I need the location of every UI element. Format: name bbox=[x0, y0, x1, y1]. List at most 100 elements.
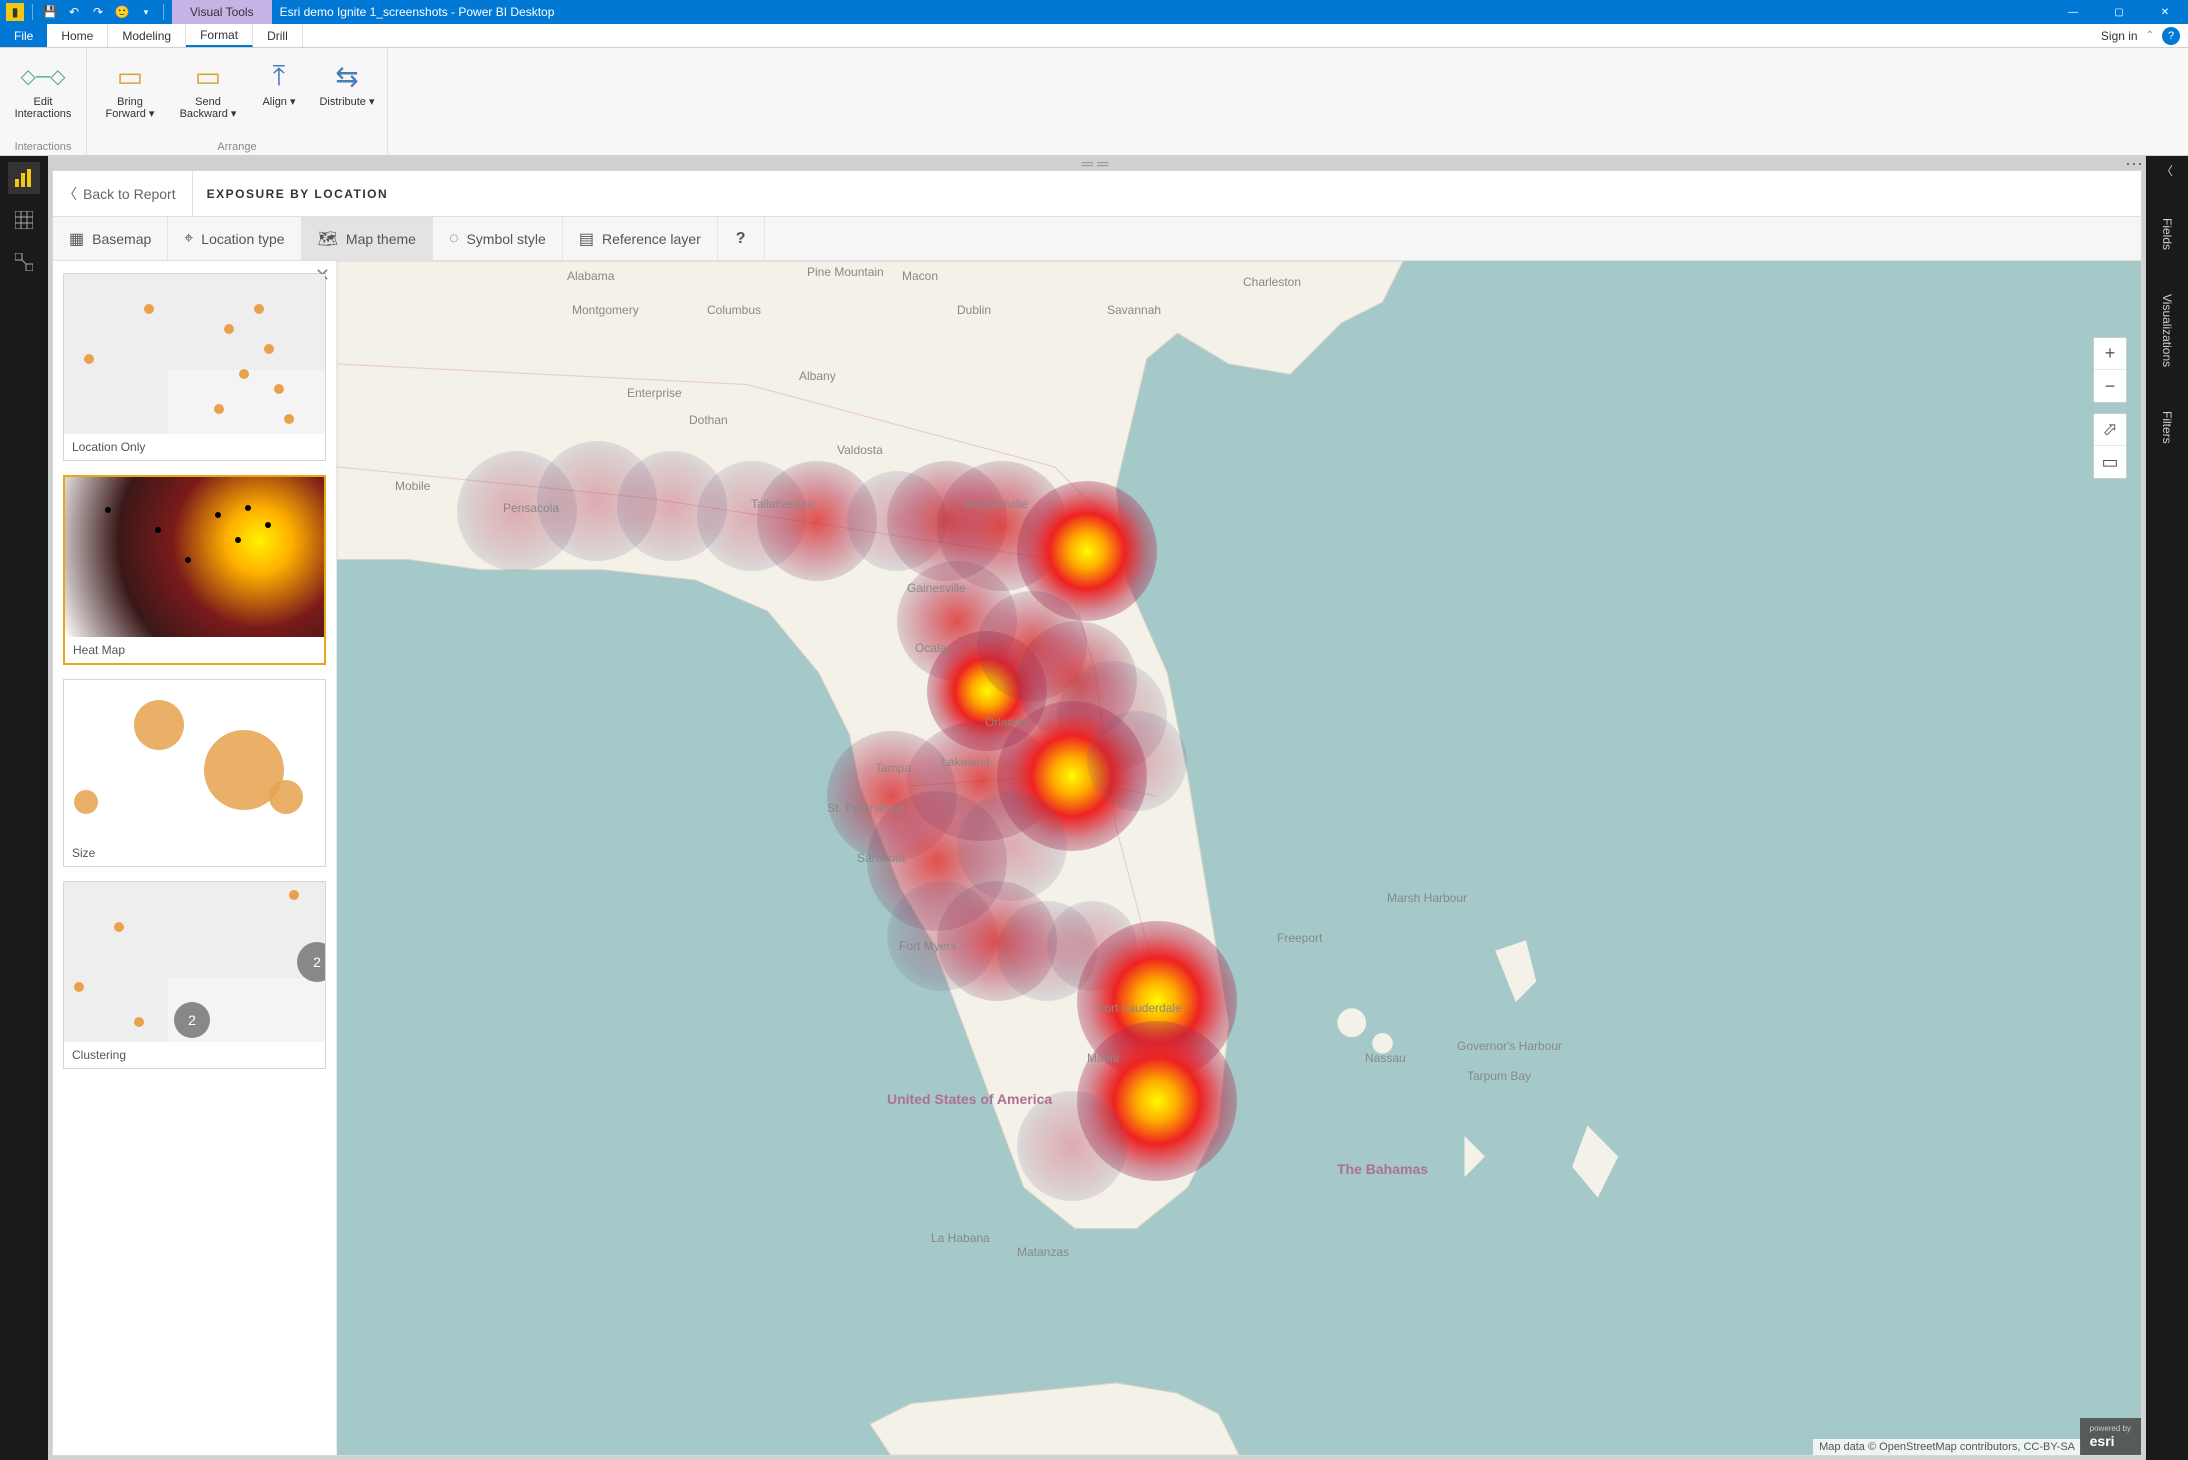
city-label: Matanzas bbox=[1017, 1245, 1069, 1259]
tab-home[interactable]: Home bbox=[47, 24, 108, 47]
map-theme-tool[interactable]: 🗺 Map theme bbox=[302, 217, 433, 260]
city-label: Ocala bbox=[915, 641, 946, 655]
qat-dropdown-icon[interactable]: ▾ bbox=[137, 3, 155, 21]
city-label: Freeport bbox=[1277, 931, 1322, 945]
city-label: Albany bbox=[799, 369, 836, 383]
zoom-out-button[interactable]: − bbox=[2094, 370, 2126, 402]
chevron-left-icon: 〈 bbox=[63, 184, 77, 204]
reference-layer-icon: ▤ bbox=[579, 229, 594, 249]
window-buttons: — ▢ ✕ bbox=[2050, 0, 2188, 24]
city-label: Columbus bbox=[707, 303, 761, 317]
data-view-icon[interactable] bbox=[8, 204, 40, 236]
bahamas-label: The Bahamas bbox=[1337, 1161, 1428, 1178]
edit-interactions-button[interactable]: ◇─◇ Edit Interactions bbox=[8, 52, 78, 137]
esri-toolbar: ▦ Basemap ⌖ Location type 🗺 Map theme ◌ … bbox=[53, 217, 2141, 261]
theme-thumb-size bbox=[64, 680, 325, 840]
report-view-icon[interactable] bbox=[8, 162, 40, 194]
visual-title: EXPOSURE BY LOCATION bbox=[207, 187, 389, 201]
symbol-style-icon: ◌ bbox=[449, 230, 459, 248]
smiley-icon[interactable]: 🙂 bbox=[113, 3, 131, 21]
help-icon: ? bbox=[736, 230, 746, 248]
city-label: Enterprise bbox=[627, 386, 682, 400]
align-button[interactable]: ⤒ Align ▾ bbox=[251, 52, 307, 137]
map-controls: + − ⬀ ▭ bbox=[2093, 337, 2127, 479]
city-label: Nassau bbox=[1365, 1051, 1406, 1065]
help-tool[interactable]: ? bbox=[718, 217, 765, 260]
quick-access-toolbar: ▮ 💾 ↶ ↷ 🙂 ▾ bbox=[0, 3, 172, 21]
city-label: Lakeland bbox=[941, 755, 990, 769]
signin-link[interactable]: Sign in bbox=[2101, 29, 2138, 43]
tab-format[interactable]: Format bbox=[186, 24, 253, 47]
theme-location-only[interactable]: Location Only bbox=[63, 273, 326, 461]
maximize-button[interactable]: ▢ bbox=[2096, 0, 2142, 24]
interactions-icon: ◇─◇ bbox=[21, 56, 66, 96]
city-label: Sarasota bbox=[857, 851, 905, 865]
close-button[interactable]: ✕ bbox=[2142, 0, 2188, 24]
symbol-style-tool[interactable]: ◌ Symbol style bbox=[433, 217, 563, 260]
ribbon-group-label: Arrange bbox=[217, 137, 256, 155]
basemap-tool[interactable]: ▦ Basemap bbox=[53, 217, 168, 260]
select-control: ⬀ ▭ bbox=[2093, 413, 2127, 479]
help-icon[interactable]: ? bbox=[2162, 27, 2180, 45]
city-label: Charleston bbox=[1243, 275, 1301, 289]
city-label: Savannah bbox=[1107, 303, 1161, 317]
visual-body: ✕ bbox=[53, 261, 2141, 1455]
city-label: La Habana bbox=[931, 1231, 990, 1245]
tab-drill[interactable]: Drill bbox=[253, 24, 303, 47]
city-label: Tarpum Bay bbox=[1467, 1069, 1531, 1083]
esri-logo: powered by esri bbox=[2080, 1418, 2141, 1455]
drag-handle[interactable]: ══ bbox=[52, 160, 2142, 170]
map-canvas[interactable]: Pine MountainAlabamaMaconMontgomeryColum… bbox=[337, 261, 2141, 1455]
reference-layer-tool[interactable]: ▤ Reference layer bbox=[563, 217, 718, 260]
align-icon: ⤒ bbox=[273, 56, 285, 96]
theme-label: Location Only bbox=[64, 434, 325, 460]
location-type-icon: ⌖ bbox=[184, 230, 193, 248]
visualizations-pane-tab[interactable]: Visualizations bbox=[2160, 286, 2174, 375]
signin-area: Sign in ⌃ ? bbox=[2101, 24, 2188, 47]
chevron-down-icon[interactable]: ⌃ bbox=[2146, 30, 2154, 41]
distribute-button[interactable]: ⇆ Distribute ▾ bbox=[315, 52, 379, 137]
theme-size[interactable]: Size bbox=[63, 679, 326, 867]
usa-label: United States of America bbox=[887, 1091, 1052, 1108]
city-label: Governor's Harbour bbox=[1457, 1039, 1562, 1053]
collapse-right-icon[interactable]: 〈 bbox=[2161, 162, 2173, 182]
city-label: Pensacola bbox=[503, 501, 559, 515]
bring-forward-button[interactable]: ▭ Bring Forward ▾ bbox=[95, 52, 165, 137]
report-canvas: ══ ⋯ 〈 Back to Report EXPOSURE BY LOCATI… bbox=[48, 156, 2146, 1460]
map-theme-icon: 🗺 bbox=[318, 229, 338, 249]
zoom-in-button[interactable]: + bbox=[2094, 338, 2126, 370]
city-label: Montgomery bbox=[572, 303, 639, 317]
city-label: Gainesville bbox=[907, 581, 966, 595]
tab-modeling[interactable]: Modeling bbox=[108, 24, 186, 47]
city-label: Alabama bbox=[567, 269, 614, 283]
bring-forward-icon: ▭ bbox=[117, 56, 143, 96]
esri-visual: 〈 Back to Report EXPOSURE BY LOCATION ▦ … bbox=[52, 170, 2142, 1456]
theme-clustering[interactable]: 2 2 Clustering bbox=[63, 881, 326, 1069]
ribbon-group-label: Interactions bbox=[15, 137, 72, 155]
theme-label: Heat Map bbox=[65, 637, 324, 663]
select-rect-button[interactable]: ▭ bbox=[2094, 446, 2126, 478]
basemap-icon: ▦ bbox=[69, 229, 84, 249]
send-backward-button[interactable]: ▭ Send Backward ▾ bbox=[173, 52, 243, 137]
model-view-icon[interactable] bbox=[8, 246, 40, 278]
back-to-report-button[interactable]: 〈 Back to Report bbox=[63, 171, 193, 216]
fields-pane-tab[interactable]: Fields bbox=[2160, 210, 2174, 258]
undo-icon[interactable]: ↶ bbox=[65, 3, 83, 21]
theme-thumb-clustering: 2 2 bbox=[64, 882, 325, 1042]
file-tab[interactable]: File bbox=[0, 24, 47, 47]
location-type-tool[interactable]: ⌖ Location type bbox=[168, 217, 301, 260]
filters-pane-tab[interactable]: Filters bbox=[2160, 403, 2174, 452]
ribbon: ◇─◇ Edit Interactions Interactions ▭ Bri… bbox=[0, 48, 2188, 156]
save-icon[interactable]: 💾 bbox=[41, 3, 59, 21]
minimize-button[interactable]: — bbox=[2050, 0, 2096, 24]
pointer-button[interactable]: ⬀ bbox=[2094, 414, 2126, 446]
ribbon-group-arrange: ▭ Bring Forward ▾ ▭ Send Backward ▾ ⤒ Al… bbox=[87, 48, 388, 155]
redo-icon[interactable]: ↷ bbox=[89, 3, 107, 21]
app-icon: ▮ bbox=[6, 3, 24, 21]
city-label: St. Petersburg bbox=[827, 801, 904, 815]
window-title: Esri demo Ignite 1_screenshots - Power B… bbox=[272, 5, 2050, 19]
theme-thumb-heat bbox=[65, 477, 324, 637]
titlebar: ▮ 💾 ↶ ↷ 🙂 ▾ Visual Tools Esri demo Ignit… bbox=[0, 0, 2188, 24]
theme-thumb-location bbox=[64, 274, 325, 434]
theme-heat-map[interactable]: Heat Map bbox=[63, 475, 326, 665]
